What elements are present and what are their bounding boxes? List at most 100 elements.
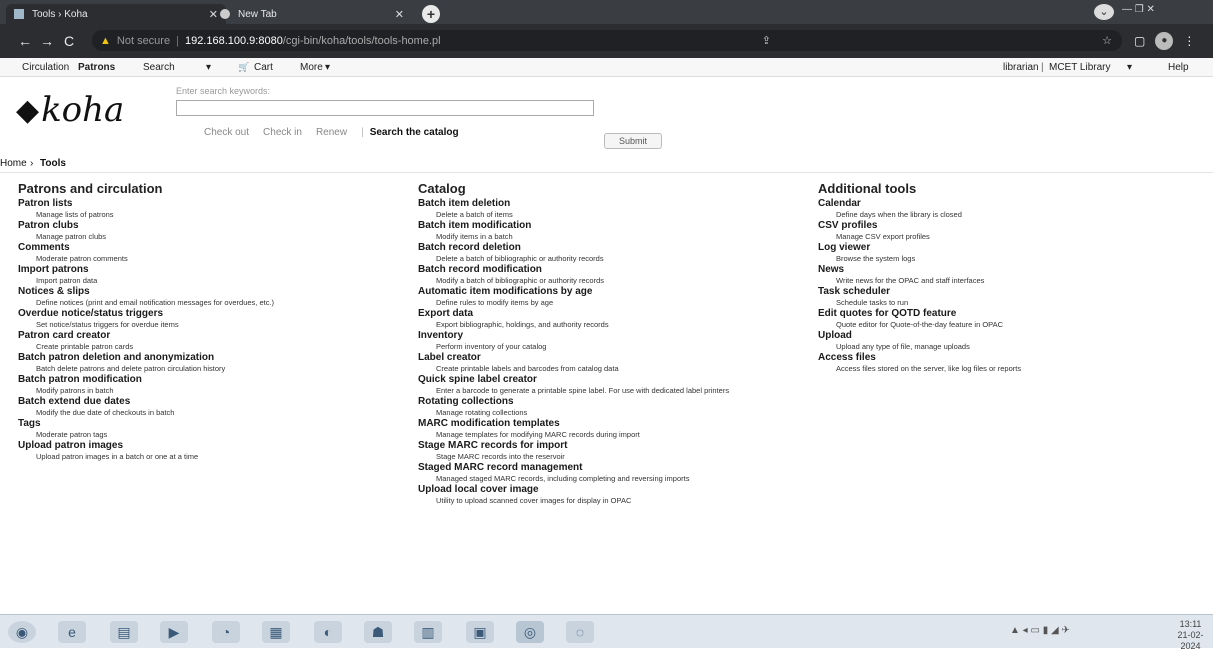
column-additional-tools: Additional tools Calendar Define days whe… (818, 182, 1021, 374)
tool-description: Export bibliographic, holdings, and auth… (436, 320, 609, 329)
column-heading: Additional tools (818, 181, 917, 196)
tool-link[interactable]: Comments (18, 242, 274, 253)
chevron-down-icon[interactable]: ▾ (325, 62, 330, 73)
tool-link[interactable]: Import patrons (18, 264, 274, 275)
clock-time: 13:11 (1179, 619, 1202, 629)
tab-renew[interactable]: Renew (316, 127, 347, 138)
search-input[interactable] (176, 100, 594, 116)
back-icon[interactable]: ← (14, 33, 36, 49)
koha-logo[interactable]: ◆ koha (16, 90, 124, 130)
menu-kebab-icon[interactable]: ⋮ (1183, 34, 1195, 48)
tool-link[interactable]: Upload local cover image (418, 484, 729, 495)
column-patrons-circulation: Patrons and circulation Patron lists Mana… (18, 182, 274, 462)
app-icon[interactable]: ▥ (414, 621, 442, 643)
tool-link[interactable]: Stage MARC records for import (418, 440, 729, 451)
chrome-taskbar-icon[interactable]: ◎ (516, 621, 544, 643)
nav-library[interactable]: MCET Library (1049, 62, 1111, 73)
tool-description: Enter a barcode to generate a printable … (436, 386, 730, 395)
app-icon[interactable]: ◌ (566, 621, 594, 643)
chevron-down-icon[interactable]: ⌄ (1094, 4, 1114, 20)
browser-tab-newtab[interactable]: New Tab ✕ (212, 4, 412, 24)
taskbar-clock[interactable]: 13:11 21-02-2024 (1168, 619, 1213, 652)
browser-toolbar: ← → C ▲ Not secure | 192.168.100.9:8080 … (0, 24, 1213, 58)
tool-link[interactable]: Log viewer (818, 242, 1021, 253)
nav-cart[interactable]: Cart (254, 62, 273, 73)
window-controls[interactable]: — ❐ ✕ (1122, 4, 1155, 15)
browser-tab-tools[interactable]: Tools › Koha ✕ (6, 4, 226, 24)
tool-link[interactable]: Batch record deletion (418, 242, 729, 253)
tool-link[interactable]: Inventory (418, 330, 729, 341)
app-icon[interactable]: ◔ (212, 621, 240, 643)
tool-description: Define rules to modify items by age (436, 298, 554, 307)
tab-search-icon[interactable]: ▢ (1134, 34, 1145, 48)
nav-more[interactable]: More (300, 62, 323, 73)
reload-icon[interactable]: C (58, 33, 80, 49)
tool-link[interactable]: Batch patron modification (18, 374, 274, 385)
tool-link[interactable]: CSV profiles (818, 220, 1021, 231)
tool-description: Delete a batch of bibliographic or autho… (436, 254, 604, 263)
tool-link[interactable]: Edit quotes for QOTD feature (818, 308, 1021, 319)
breadcrumb-separator: › (30, 158, 34, 169)
nav-patrons[interactable]: Patrons (78, 62, 115, 73)
file-explorer-icon[interactable]: ▤ (110, 621, 138, 643)
app-icon[interactable]: ☗ (364, 621, 392, 643)
tool-link[interactable]: Quick spine label creator (418, 374, 729, 385)
tool-link[interactable]: Batch item modification (418, 220, 729, 231)
tool-link[interactable]: Batch patron deletion and anonymization (18, 352, 274, 363)
app-icon[interactable]: ▣ (466, 621, 494, 643)
tool-link[interactable]: Patron card creator (18, 330, 274, 341)
new-tab-icon[interactable]: + (422, 5, 440, 23)
tool-link[interactable]: Rotating collections (418, 396, 729, 407)
chevron-down-icon[interactable]: ▾ (206, 62, 211, 73)
cart-icon[interactable]: 🛒 (238, 62, 249, 73)
breadcrumb-home[interactable]: Home (0, 158, 27, 169)
tool-link[interactable]: Label creator (418, 352, 729, 363)
tool-description: Import patron data (36, 276, 98, 285)
tool-link[interactable]: Batch record modification (418, 264, 729, 275)
tool-link[interactable]: Calendar (818, 198, 1021, 209)
tool-description: Create printable patron cards (36, 342, 134, 351)
tool-link[interactable]: News (818, 264, 1021, 275)
tool-link[interactable]: Batch extend due dates (18, 396, 274, 407)
tool-link[interactable]: Patron lists (18, 198, 274, 209)
address-bar[interactable]: ▲ Not secure | 192.168.100.9:8080 /cgi-b… (92, 30, 1122, 51)
tab-check-out[interactable]: Check out (204, 127, 249, 138)
tool-link[interactable]: Automatic item modifications by age (418, 286, 729, 297)
forward-icon[interactable]: → (36, 33, 58, 49)
system-tray[interactable]: ▲ ◂ ▭ ▮ ◢ ✈ (1010, 625, 1070, 636)
profile-avatar-icon[interactable]: ● (1155, 32, 1174, 50)
bookmark-star-icon[interactable]: ☆ (1102, 34, 1112, 47)
chevron-down-icon[interactable]: ▾ (1127, 62, 1132, 73)
tab-check-in[interactable]: Check in (263, 127, 302, 138)
tool-description: Schedule tasks to run (836, 298, 909, 307)
warning-icon: ▲ (100, 34, 111, 47)
tool-link[interactable]: Tags (18, 418, 274, 429)
tool-link[interactable]: Notices & slips (18, 286, 274, 297)
toolbar-right: ▢ ● ⋮ (1134, 32, 1195, 50)
tool-link[interactable]: Task scheduler (818, 286, 1021, 297)
nav-user[interactable]: librarian (1003, 62, 1039, 73)
column-heading: Patrons and circulation (18, 181, 163, 196)
tool-link[interactable]: Export data (418, 308, 729, 319)
tool-link[interactable]: Upload patron images (18, 440, 274, 451)
app-icon[interactable]: ◐ (314, 621, 342, 643)
close-icon[interactable]: ✕ (395, 8, 404, 21)
submit-button[interactable]: Submit (604, 133, 662, 149)
tool-link[interactable]: Access files (818, 352, 1021, 363)
tool-link[interactable]: Overdue notice/status triggers (18, 308, 274, 319)
tool-link[interactable]: Staged MARC record management (418, 462, 729, 473)
share-icon[interactable]: ⇪ (762, 34, 771, 47)
tool-description: Modify a batch of bibliographic or autho… (436, 276, 605, 285)
tab-search-catalog[interactable]: Search the catalog (370, 127, 459, 138)
media-player-icon[interactable]: ▶ (160, 621, 188, 643)
nav-search[interactable]: Search (143, 62, 175, 73)
tool-link[interactable]: Batch item deletion (418, 198, 729, 209)
tool-link[interactable]: Patron clubs (18, 220, 274, 231)
internet-explorer-icon[interactable]: e (58, 621, 86, 643)
nav-help[interactable]: Help (1168, 62, 1189, 73)
tool-link[interactable]: MARC modification templates (418, 418, 729, 429)
app-icon[interactable]: ▦ (262, 621, 290, 643)
start-button-icon[interactable]: ◉ (8, 621, 36, 643)
tool-link[interactable]: Upload (818, 330, 1021, 341)
nav-circulation[interactable]: Circulation (22, 62, 69, 73)
